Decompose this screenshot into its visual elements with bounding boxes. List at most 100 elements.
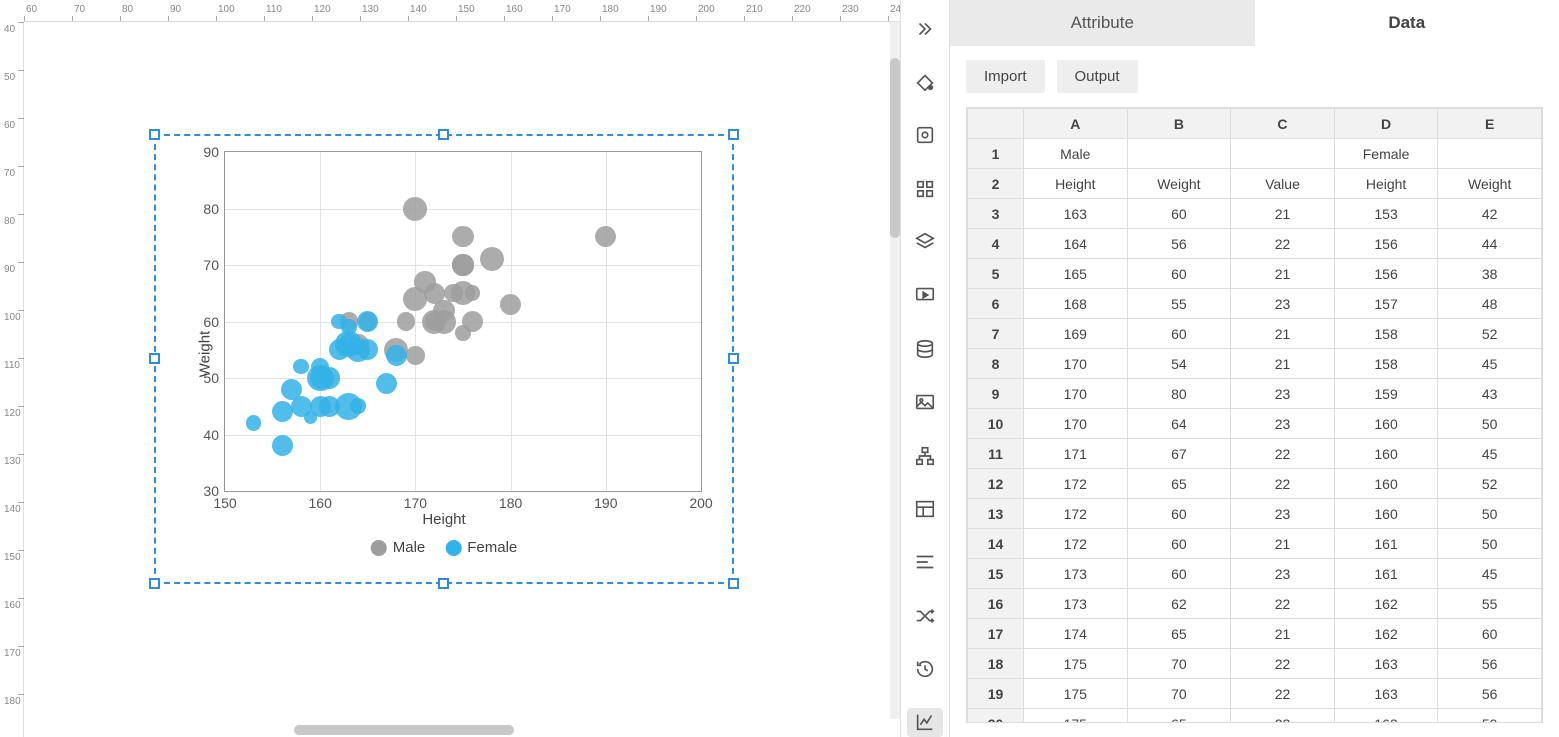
sheet-cell[interactable]: Value	[1231, 169, 1335, 199]
sheet-col-header[interactable]: D	[1334, 109, 1438, 139]
sheet-cell[interactable]: 162	[1334, 589, 1438, 619]
chart-bubble-male[interactable]	[500, 294, 521, 315]
sheet-cell[interactable]: 65	[1127, 469, 1231, 499]
canvas-scroll-view[interactable]: Weight 15016017018019020030405060708090 …	[24, 22, 900, 719]
sheet-cell[interactable]: 23	[1231, 709, 1335, 724]
sheet-row-header[interactable]: 7	[968, 319, 1024, 349]
sheet-cell[interactable]: 172	[1024, 469, 1128, 499]
sheet-cell[interactable]: 50	[1438, 529, 1542, 559]
sheet-cell[interactable]: 42	[1438, 199, 1542, 229]
sheet-cell[interactable]: 56	[1438, 649, 1542, 679]
sheet-cell[interactable]: 22	[1231, 649, 1335, 679]
chart-bubble-female[interactable]	[272, 401, 293, 422]
sheet-cell[interactable]: 60	[1438, 619, 1542, 649]
sheet-cell[interactable]: 22	[1231, 469, 1335, 499]
sheet-cell[interactable]: 59	[1438, 709, 1542, 724]
sheet-cell[interactable]	[1127, 139, 1231, 169]
sheet-cell[interactable]: 21	[1231, 199, 1335, 229]
sheet-cell[interactable]: 160	[1334, 439, 1438, 469]
canvas-area[interactable]: 6070809010011012013014015016017018019020…	[0, 0, 900, 737]
sheet-cell[interactable]: Height	[1024, 169, 1128, 199]
chart-bubble-male[interactable]	[397, 312, 415, 330]
expand-panel-icon[interactable]	[907, 14, 943, 43]
sheet-cell[interactable]: 174	[1024, 619, 1128, 649]
layout-icon[interactable]	[907, 494, 943, 523]
sheet-cell[interactable]: 22	[1231, 229, 1335, 259]
sheet-cell[interactable]: 50	[1438, 499, 1542, 529]
sheet-cell[interactable]: 153	[1334, 199, 1438, 229]
sheet-cell[interactable]: 22	[1231, 589, 1335, 619]
resize-handle-mid-left[interactable]	[149, 353, 160, 364]
sheet-row-header[interactable]: 14	[968, 529, 1024, 559]
sheet-row-header[interactable]: 9	[968, 379, 1024, 409]
sheet-cell[interactable]: 23	[1231, 289, 1335, 319]
sheet-cell[interactable]: 156	[1334, 229, 1438, 259]
sheet-row-header[interactable]: 1	[968, 139, 1024, 169]
resize-handle-top-mid[interactable]	[438, 129, 449, 140]
sheet-row-header[interactable]: 12	[968, 469, 1024, 499]
sheet-corner[interactable]	[968, 109, 1024, 139]
tab-data[interactable]: Data	[1255, 0, 1559, 46]
sheet-cell[interactable]: 70	[1127, 649, 1231, 679]
sheet-cell[interactable]: 43	[1438, 379, 1542, 409]
sheet-cell[interactable]: 80	[1127, 379, 1231, 409]
sheet-cell[interactable]: Weight	[1438, 169, 1542, 199]
sheet-row-header[interactable]: 13	[968, 499, 1024, 529]
sheet-cell[interactable]: 70	[1127, 679, 1231, 709]
sheet-cell[interactable]: 55	[1438, 589, 1542, 619]
sheet-cell[interactable]: 171	[1024, 439, 1128, 469]
chart-bubble-male[interactable]	[403, 197, 427, 221]
sheet-cell[interactable]: 157	[1334, 289, 1438, 319]
sheet-cell[interactable]: Height	[1334, 169, 1438, 199]
sheet-cell[interactable]: 60	[1127, 319, 1231, 349]
align-icon[interactable]	[907, 548, 943, 577]
fill-icon[interactable]	[907, 67, 943, 96]
present-icon[interactable]	[907, 281, 943, 310]
sheet-cell[interactable]: 161	[1334, 529, 1438, 559]
sheet-cell[interactable]: 158	[1334, 349, 1438, 379]
bubble-chart[interactable]: Weight 15016017018019020030405060708090 …	[176, 146, 712, 562]
sheet-cell[interactable]: 160	[1334, 409, 1438, 439]
sheet-cell[interactable]: 45	[1438, 559, 1542, 589]
structure-icon[interactable]	[907, 441, 943, 470]
sheet-cell[interactable]: 21	[1231, 319, 1335, 349]
sheet-cell[interactable]: 50	[1438, 409, 1542, 439]
sheet-cell[interactable]: 48	[1438, 289, 1542, 319]
sheet-cell[interactable]: 160	[1334, 499, 1438, 529]
sheet-cell[interactable]: 175	[1024, 679, 1128, 709]
sheet-cell[interactable]: 170	[1024, 349, 1128, 379]
sheet-cell[interactable]: 22	[1231, 679, 1335, 709]
sheet-cell[interactable]: 163	[1334, 649, 1438, 679]
sheet-col-header[interactable]: A	[1024, 109, 1128, 139]
sheet-cell[interactable]: 165	[1024, 259, 1128, 289]
sheet-cell[interactable]: 60	[1127, 499, 1231, 529]
sheet-cell[interactable]: 23	[1231, 379, 1335, 409]
canvas-scrollbar-horizontal[interactable]	[24, 723, 890, 737]
image-icon[interactable]	[907, 388, 943, 417]
chart-bubble-female[interactable]	[357, 311, 378, 332]
sheet-cell[interactable]: 163	[1334, 709, 1438, 724]
chart-bubble-male[interactable]	[480, 247, 504, 271]
import-button[interactable]: Import	[966, 60, 1045, 93]
sheet-cell[interactable]	[1438, 139, 1542, 169]
sheet-row-header[interactable]: 8	[968, 349, 1024, 379]
sheet-cell[interactable]: 54	[1127, 349, 1231, 379]
resize-handle-bottom-right[interactable]	[728, 578, 739, 589]
selection-box[interactable]: Weight 15016017018019020030405060708090 …	[154, 134, 734, 584]
sheet-cell[interactable]: 172	[1024, 499, 1128, 529]
sheet-cell[interactable]: 60	[1127, 259, 1231, 289]
sheet-cell[interactable]: Weight	[1127, 169, 1231, 199]
sheet-cell[interactable]: 168	[1024, 289, 1128, 319]
chart-bubble-female[interactable]	[386, 345, 407, 366]
sheet-cell[interactable]: 170	[1024, 379, 1128, 409]
sheet-cell[interactable]: 65	[1127, 709, 1231, 724]
sheet-cell[interactable]: 163	[1334, 679, 1438, 709]
sheet-cell[interactable]: 64	[1127, 409, 1231, 439]
sheet-cell[interactable]	[1231, 139, 1335, 169]
data-sheet[interactable]: ABCDE1MaleFemale2HeightWeightValueHeight…	[967, 108, 1542, 723]
sheet-cell[interactable]: 156	[1334, 259, 1438, 289]
sheet-row-header[interactable]: 18	[968, 649, 1024, 679]
sheet-cell[interactable]: 52	[1438, 319, 1542, 349]
layers-icon[interactable]	[907, 227, 943, 256]
sheet-wrapper[interactable]: ABCDE1MaleFemale2HeightWeightValueHeight…	[966, 107, 1543, 723]
